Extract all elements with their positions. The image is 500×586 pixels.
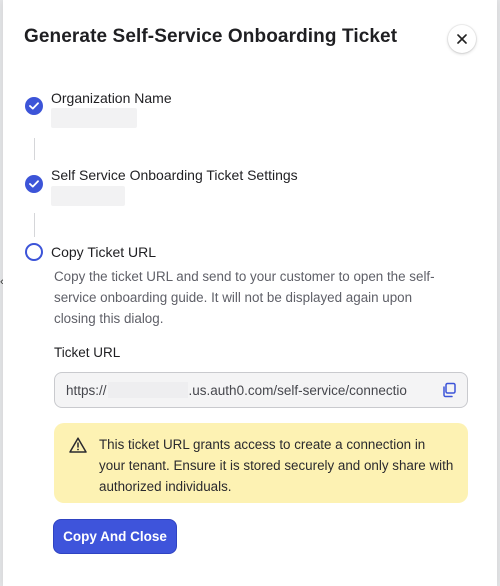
ticket-url-label: Ticket URL	[54, 345, 121, 360]
ticket-url-prefix: https://	[66, 382, 107, 398]
step-label-ticket-settings: Self Service Onboarding Ticket Settings	[51, 167, 298, 183]
step-current-icon	[25, 243, 43, 261]
close-icon	[457, 34, 467, 44]
step-connector	[34, 138, 35, 160]
close-button[interactable]	[448, 25, 476, 53]
step-value-redacted	[51, 108, 137, 128]
step-connector	[34, 213, 35, 237]
check-icon	[29, 180, 39, 188]
ticket-url-field[interactable]: https:// .us.auth0.com/self-service/conne…	[54, 372, 468, 408]
ticket-url-redacted	[107, 382, 188, 398]
step-complete-icon	[25, 97, 43, 115]
warning-triangle-icon	[69, 437, 87, 453]
warning-text: This ticket URL grants access to create …	[99, 437, 454, 494]
ticket-url-value: https:// .us.auth0.com/self-service/conne…	[66, 382, 431, 398]
step-label-copy-ticket-url: Copy Ticket URL	[51, 244, 157, 260]
ticket-url-suffix: .us.auth0.com/self-service/connectio	[188, 382, 407, 398]
copy-and-close-button[interactable]: Copy And Close	[53, 519, 177, 554]
check-icon	[29, 102, 39, 110]
dialog-title: Generate Self-Service Onboarding Ticket	[24, 26, 398, 47]
onboarding-ticket-dialog: Generate Self-Service Onboarding Ticket …	[3, 0, 497, 586]
copy-icon[interactable]	[441, 382, 457, 398]
step-description: Copy the ticket URL and send to your cus…	[54, 269, 435, 326]
step-label-organization-name: Organization Name	[51, 90, 172, 106]
warning-banner: This ticket URL grants access to create …	[54, 423, 468, 503]
step-value-redacted	[51, 186, 125, 206]
step-complete-icon	[25, 175, 43, 193]
